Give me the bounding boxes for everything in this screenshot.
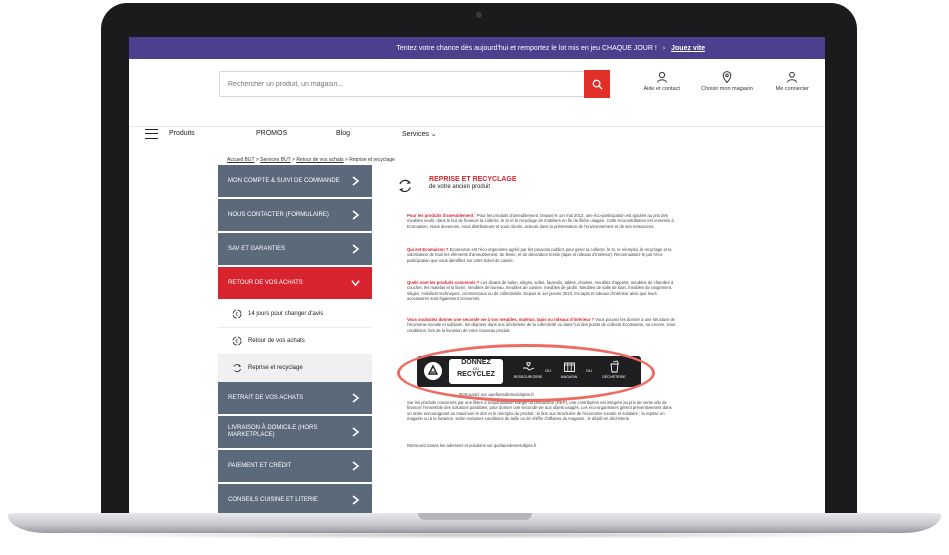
recycle-icon xyxy=(233,364,242,373)
nav-divider xyxy=(129,126,825,127)
breadcrumb: Accueil BUT > Services BUT > Retour de v… xyxy=(227,157,395,163)
recycle-icon xyxy=(399,179,411,193)
chevron-down-icon xyxy=(351,280,360,287)
sidebar-item-advice[interactable]: CONSEILS CUISINE ET LITERIE xyxy=(218,484,372,513)
user-icon xyxy=(787,71,798,83)
help-person-icon xyxy=(656,71,667,83)
paragraph-body: Sur les produits concernés par une filiè… xyxy=(407,400,672,422)
sidebar-sub-label: Reprise et recyclage xyxy=(248,365,303,371)
sidebar-item-label: LIVRAISON À DOMICILE (HORS MARKETPLACE) xyxy=(228,425,318,438)
paragraph-lead: Pour les produits d'ameublement : xyxy=(407,213,476,218)
search-button[interactable] xyxy=(584,70,610,98)
paragraph-furniture: Pour les produits d'ameublement : Pour l… xyxy=(407,213,677,229)
refresh-euro-icon: € xyxy=(232,336,242,346)
paragraph-lead: Qui est Ecomaison ? xyxy=(407,247,449,252)
breadcrumb-current: Reprise et recyclage xyxy=(349,157,395,163)
nav-blog[interactable]: Blog xyxy=(336,130,350,137)
breadcrumb-retour[interactable]: Retour de vos achats xyxy=(296,157,343,163)
search-icon xyxy=(592,79,603,90)
sidebar-item-delivery[interactable]: LIVRAISON À DOMICILE (HORS MARKETPLACE) xyxy=(218,416,372,448)
sidebar-item-sav[interactable]: SAV ET GARANTIES xyxy=(218,233,372,265)
screen: Tentez votre chance dès aujourd'hui et r… xyxy=(129,37,825,513)
header-tools: Aide et contact Choisir mon magasin Me c… xyxy=(629,71,825,101)
chevron-down-icon: ⌄ xyxy=(430,131,437,138)
hamburger-menu-icon[interactable] xyxy=(145,129,158,139)
page-title: REPRISE ET RECYCLAGE xyxy=(429,176,517,183)
sidebar-item-payment[interactable]: PAIEMENT ET CRÉDIT xyxy=(218,450,372,482)
refresh-euro-icon: € xyxy=(232,309,242,319)
sidebar-sub-14-days[interactable]: € 14 jours pour changer d'avis xyxy=(218,301,372,328)
breadcrumb-home[interactable]: Accueil BUT xyxy=(227,157,254,163)
sidebar: MON COMPTE & SUIVI DE COMMANDE NOUS CONT… xyxy=(218,165,372,513)
paragraph-lead: Quels sont les produits concernés ? xyxy=(407,280,480,285)
nav-products[interactable]: Produits xyxy=(169,130,195,137)
sidebar-item-returns[interactable]: RETOUR DE VOS ACHATS xyxy=(218,267,372,299)
store-locator-label: Choisir mon magasin xyxy=(701,86,753,92)
chevron-right-icon xyxy=(352,210,360,220)
paragraph-products: Quels sont les produits concernés ? Les … xyxy=(407,280,677,302)
promo-link[interactable]: Jouez vite xyxy=(671,45,705,52)
site-header: Aide et contact Choisir mon magasin Me c… xyxy=(129,59,825,147)
help-contact-button[interactable]: Aide et contact xyxy=(629,71,694,101)
page-subtitle: de votre ancien produit xyxy=(429,184,491,190)
laptop-shadow xyxy=(40,531,910,539)
paragraph-rep: Sur les produits concernés par une filiè… xyxy=(407,400,677,422)
svg-text:€: € xyxy=(235,339,238,345)
search-input[interactable] xyxy=(228,72,558,96)
sidebar-item-label: MON COMPTE & SUIVI DE COMMANDE xyxy=(228,177,340,184)
sidebar-item-label: SAV ET GARANTIES xyxy=(228,245,286,252)
highlight-ring xyxy=(397,344,655,402)
login-label: Me connecter xyxy=(775,86,809,92)
paragraph-body[interactable]: Retrouvez toutes les adresses et solutio… xyxy=(407,443,536,448)
svg-text:€: € xyxy=(235,312,238,318)
sidebar-item-label: PAIEMENT ET CRÉDIT xyxy=(228,462,292,469)
nav-services[interactable]: Services ⌄ xyxy=(402,130,437,138)
help-contact-label: Aide et contact xyxy=(643,86,680,92)
sidebar-item-label: RETOUR DE VOS ACHATS xyxy=(228,279,303,286)
paragraph-lead: Vous souhaitez donner une seconde vie à … xyxy=(407,317,595,322)
sidebar-sub-recycling[interactable]: Reprise et recyclage xyxy=(218,355,372,382)
sidebar-item-label: RETRAIT DE VOS ACHATS xyxy=(228,394,304,401)
sidebar-sub-returns[interactable]: € Retour de vos achats xyxy=(218,328,372,355)
sidebar-item-label: CONSEILS CUISINE ET LITERIE xyxy=(228,496,318,503)
chevron-right-icon xyxy=(352,176,360,186)
search-box xyxy=(219,71,589,97)
chevron-right-icon xyxy=(352,427,360,437)
login-button[interactable]: Me connecter xyxy=(760,71,825,101)
chevron-right-icon xyxy=(352,393,360,403)
main-nav: Produits PROMOS Blog Services ⌄ xyxy=(129,127,825,147)
sidebar-sub-label: Retour de vos achats xyxy=(248,338,305,344)
promo-arrow-icon: › xyxy=(662,44,666,52)
sidebar-item-label: NOUS CONTACTER (FORMULAIRE) xyxy=(228,211,329,218)
paragraph-second-life: Vous souhaitez donner une seconde vie à … xyxy=(407,317,677,333)
sidebar-sub-label: 14 jours pour changer d'avis xyxy=(248,311,324,317)
promo-bar: Tentez votre chance dès aujourd'hui et r… xyxy=(129,37,825,59)
nav-services-label: Services xyxy=(402,131,429,138)
paragraph-ecomaison: Qui est Ecomaison ? Ecomaison est l'éco-… xyxy=(407,247,677,263)
promo-text: Tentez votre chance dès aujourd'hui et r… xyxy=(396,44,657,52)
sidebar-item-contact[interactable]: NOUS CONTACTER (FORMULAIRE) xyxy=(218,199,372,231)
laptop-notch xyxy=(418,513,532,520)
sidebar-item-account[interactable]: MON COMPTE & SUIVI DE COMMANDE xyxy=(218,165,372,197)
chevron-right-icon xyxy=(352,461,360,471)
chevron-right-icon xyxy=(352,495,360,505)
store-locator-button[interactable]: Choisir mon magasin xyxy=(694,71,759,101)
chevron-right-icon xyxy=(352,244,360,254)
webcam xyxy=(476,12,482,18)
paragraph-addresses: Retrouvez toutes les adresses et solutio… xyxy=(407,443,677,448)
location-pin-icon xyxy=(722,71,732,83)
nav-promos[interactable]: PROMOS xyxy=(256,130,287,137)
sidebar-item-pickup[interactable]: RETRAIT DE VOS ACHATS xyxy=(218,382,372,414)
breadcrumb-services[interactable]: Services BUT xyxy=(260,157,290,163)
